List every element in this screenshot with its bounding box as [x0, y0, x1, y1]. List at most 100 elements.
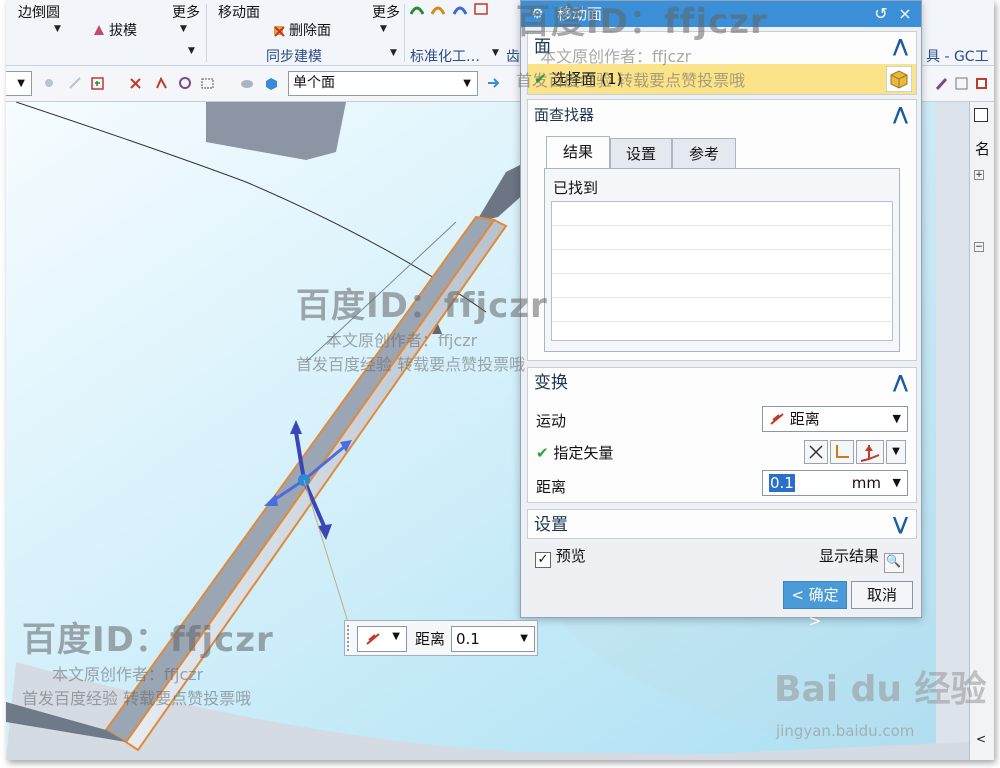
standardization-group[interactable]: 标准化工… [410, 46, 480, 66]
list-item[interactable] [552, 274, 892, 298]
show-result-button[interactable]: 显示结果 🔍 [819, 545, 904, 573]
edge-blend-button[interactable]: 边倒圆 [18, 2, 60, 22]
chevron-up-icon[interactable]: ⋀ [893, 100, 908, 130]
chevron-down-icon: ▼ [892, 412, 901, 425]
move-face-label: 移动面 [218, 5, 260, 21]
list-item[interactable] [552, 250, 892, 274]
distance-unit: mm [851, 474, 881, 492]
sync-modeling-dropdown[interactable]: ▼ [390, 48, 397, 58]
chevron-down-icon: ▼ [392, 631, 400, 642]
edge-blend-label: 边倒圆 [18, 5, 60, 21]
delete-face-button[interactable]: 删除面 [272, 20, 331, 40]
snap-point-icon[interactable] [154, 76, 169, 91]
standardization-label: 标准化工… [410, 49, 480, 65]
gear-group[interactable]: 齿 [506, 46, 520, 66]
reset-icon[interactable]: ↺ [871, 1, 891, 27]
expand-icon[interactable]: + [974, 170, 984, 180]
cancel-label: 取消 [866, 586, 897, 604]
grid-icon[interactable] [974, 76, 989, 91]
draft-label: 拔模 [109, 23, 137, 39]
more-dropdown-1[interactable]: ▼ [180, 24, 187, 34]
standardization-dropdown[interactable]: ▼ [492, 48, 499, 58]
motion-select[interactable]: 距离 ▼ [762, 406, 908, 432]
distance-input[interactable]: 0.1 mm ▼ [762, 470, 908, 496]
transform-section-header[interactable]: 变换 ⋀ [528, 368, 916, 398]
tab-reference[interactable]: 参考 [672, 138, 736, 168]
draft-button[interactable]: 拔模 [92, 20, 137, 40]
check-icon: ✓ [535, 552, 551, 568]
transform-section: 变换 ⋀ 运动 距离 ▼ ✔ 指定矢量 ▼ 距离 0.1 mm ▼ [527, 367, 917, 503]
chevron-down-icon[interactable]: ▼ [520, 627, 528, 651]
select-box-icon[interactable] [90, 76, 105, 91]
gc-toolkit-group[interactable]: 具 - GC工 [926, 46, 989, 66]
layout-icon[interactable] [954, 76, 969, 91]
handle-distance-input[interactable]: 0.1 ▼ [451, 626, 535, 652]
chevron-down-icon[interactable]: ⋁ [893, 510, 908, 540]
type-filter-select[interactable]: ▼ [6, 71, 32, 96]
list-item[interactable] [552, 298, 892, 322]
select-face-row[interactable]: ✔ 选择面 (1) [528, 64, 916, 94]
preview-label: 预览 [555, 547, 586, 565]
reverse-direction-button[interactable] [804, 440, 828, 464]
chevron-down-icon[interactable]: ▼ [893, 471, 901, 495]
arrow-right-icon[interactable] [486, 76, 501, 91]
list-item[interactable] [552, 226, 892, 250]
face-rule-icon[interactable] [240, 76, 255, 91]
sync-modeling-group[interactable]: 同步建模 [266, 46, 322, 66]
solid-body-icon[interactable] [264, 76, 279, 91]
more-label-1: 更多 [172, 5, 200, 21]
gear-icon[interactable]: ⚙ [531, 1, 544, 27]
dialog-title-bar[interactable]: ⚙ 移动面 ↺ × [521, 1, 921, 27]
vector-dropdown[interactable]: ▼ [886, 440, 906, 464]
select-face-label: ✔ 选择面 (1) [534, 68, 622, 89]
sync-modeling-label: 同步建模 [266, 49, 322, 65]
group-dropdown-1[interactable]: ▼ [188, 46, 195, 56]
face-rule-select[interactable]: 单个面 ▼ [288, 71, 478, 96]
more-button-2[interactable]: 更多 [372, 2, 400, 22]
list-item[interactable] [552, 202, 892, 226]
draft-icon [94, 25, 104, 35]
move-face-dialog: ⚙ 移动面 ↺ × 面 ⋀ ✔ 选择面 (1) 面查找器 ⋀ 结果 设置 参考 已找… [520, 0, 922, 630]
face-finder-section: 面查找器 ⋀ 结果 设置 参考 已找到 [527, 99, 917, 361]
more-dropdown-2[interactable]: ▼ [380, 24, 387, 34]
brush-icon[interactable] [934, 76, 949, 91]
snap-icon[interactable] [68, 76, 83, 91]
ribbon-icon-group[interactable] [410, 2, 491, 18]
collapse-icon[interactable]: − [974, 242, 984, 252]
chevron-up-icon[interactable]: ⋀ [893, 368, 908, 398]
drag-handle[interactable] [347, 625, 351, 651]
edge-blend-dropdown[interactable]: ▼ [54, 24, 61, 34]
baidu-jingyan-site: jingyan.baidu.com [776, 722, 915, 740]
settings-section-header[interactable]: 设置 ⋁ [528, 510, 916, 540]
reverse-direction-icon [809, 445, 823, 459]
face-finder-header[interactable]: 面查找器 ⋀ [528, 100, 916, 130]
face-section-header[interactable]: 面 ⋀ [528, 32, 916, 62]
chevron-up-icon[interactable]: ⋀ [893, 32, 908, 62]
results-panel: 已找到 [544, 168, 900, 352]
vector-dialog-icon [836, 445, 849, 458]
gear-label: 齿 [506, 49, 520, 65]
navigator-window-icon[interactable] [974, 108, 988, 122]
more-button-1[interactable]: 更多 [172, 2, 200, 22]
snap-point-icon[interactable] [178, 76, 193, 91]
snap-icon[interactable] [42, 76, 57, 91]
dialog-title: 移动面 [557, 5, 603, 23]
vector-controls: ▼ [804, 440, 912, 464]
tab-results[interactable]: 结果 [546, 136, 610, 168]
found-list[interactable] [551, 201, 893, 341]
cancel-button[interactable]: 取消 [851, 581, 913, 609]
move-face-button[interactable]: 移动面 [218, 2, 260, 22]
delete-face-label: 删除面 [289, 23, 331, 39]
surface-icon [431, 6, 446, 15]
ok-button[interactable]: < 确定 > [783, 581, 847, 630]
scroll-left-icon[interactable]: < [976, 732, 986, 746]
snap-point-icon[interactable] [128, 76, 143, 91]
motion-type-select[interactable]: ▼ [357, 626, 407, 652]
preview-checkbox[interactable]: ✓ 预览 [535, 545, 586, 568]
vector-dialog-button[interactable] [830, 440, 854, 464]
inferred-vector-button[interactable] [856, 440, 884, 464]
tab-settings[interactable]: 设置 [610, 138, 672, 168]
face-select-icon[interactable] [886, 66, 912, 92]
select-rectangle-icon[interactable] [200, 76, 215, 91]
close-icon[interactable]: × [895, 1, 915, 27]
